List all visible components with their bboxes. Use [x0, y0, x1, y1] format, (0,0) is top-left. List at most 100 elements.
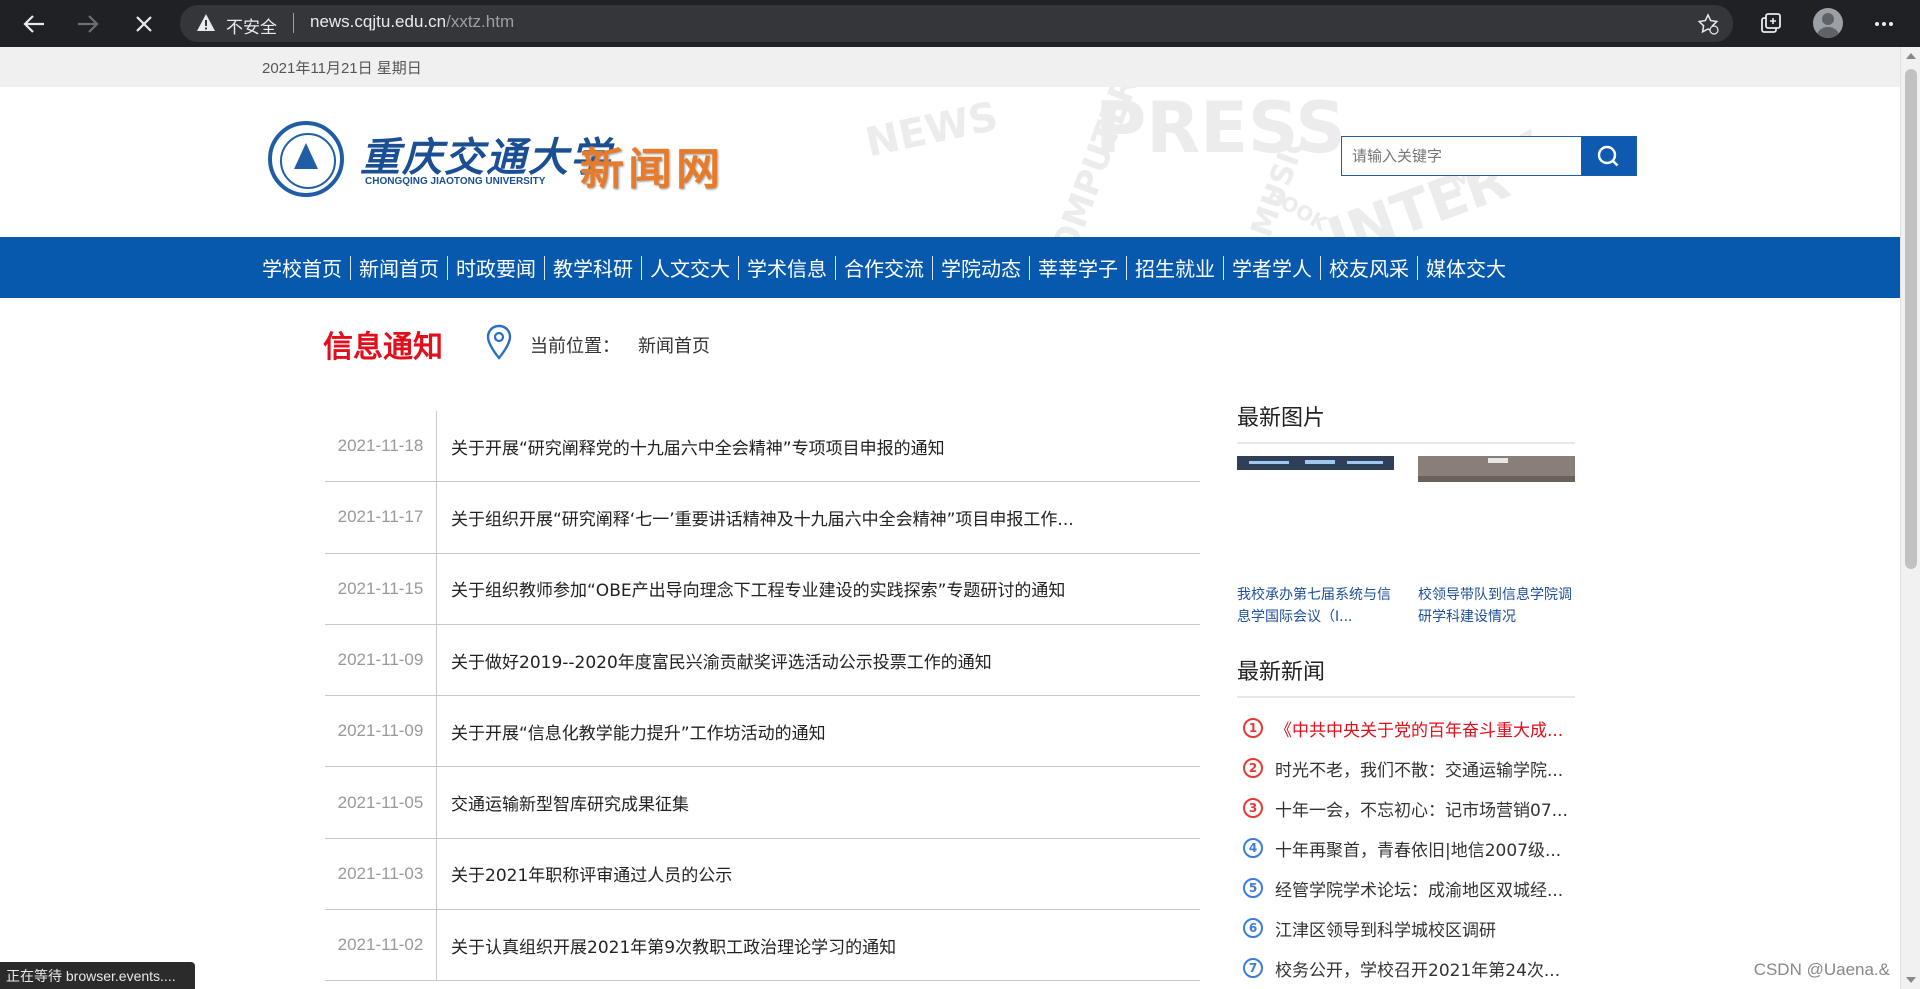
latest-news-link[interactable]: 时光不老，我们不散：交通运输学院...: [1275, 756, 1563, 781]
news-title-link[interactable]: 关于开展“信息化教学能力提升”工作坊活动的通知: [451, 696, 1200, 766]
news-site-logo[interactable]: 新闻网: [580, 133, 724, 197]
address-bar[interactable]: 不安全 news.cqjtu.edu.cn/xxtz.htm: [180, 5, 1733, 42]
latest-pictures-heading: 最新图片: [1237, 400, 1575, 444]
nav-item[interactable]: 学校首页: [262, 253, 350, 282]
latest-news-link[interactable]: 校务公开，学校召开2021年第24次...: [1275, 956, 1560, 981]
news-title-link[interactable]: 关于做好2019--2020年度富民兴渝贡献奖评选活动公示投票工作的通知: [451, 625, 1200, 695]
latest-news-heading: 最新新闻: [1237, 654, 1575, 698]
picture-caption[interactable]: 校领导带队到信息学院调研学科建设情况: [1418, 584, 1575, 628]
nav-divider: [1417, 255, 1418, 280]
back-arrow-icon[interactable]: [18, 8, 50, 40]
favorite-star-icon[interactable]: [1697, 13, 1719, 35]
nav-divider: [932, 255, 933, 280]
nav-item[interactable]: 媒体交大: [1418, 253, 1514, 282]
nav-item[interactable]: 校友风采: [1321, 253, 1417, 282]
browser-status-bar: 正在等待 browser.events....: [0, 962, 195, 989]
news-title-link[interactable]: 关于2021年职称评审通过人员的公示: [451, 839, 1200, 909]
main-navigation: 学校首页 新闻首页 时政要闻 教学科研 人文交大 学术信息 合作交流 学院动态 莘莘学子 招生就业…: [0, 237, 1900, 298]
rank-number-icon: 2: [1243, 758, 1263, 778]
picture-card[interactable]: 我校承办第七届系统与信息学国际会议（I...: [1237, 456, 1394, 628]
news-title-link[interactable]: 关于组织教师参加“OBE产出导向理念下工程专业建设的实践探索”专题研讨的通知: [451, 554, 1200, 624]
nav-item[interactable]: 招生就业: [1127, 253, 1223, 282]
latest-news-item[interactable]: 2 时光不老，我们不散：交通运输学院...: [1237, 748, 1575, 788]
collections-icon[interactable]: [1756, 10, 1784, 38]
nav-item[interactable]: 教学科研: [545, 253, 641, 282]
news-date: 2021-11-17: [325, 482, 437, 553]
nav-divider: [1320, 255, 1321, 280]
warning-icon[interactable]: [196, 13, 216, 33]
rank-number-icon: 6: [1243, 918, 1263, 938]
date-bar: 2021年11月21日 星期日: [0, 47, 1900, 87]
scroll-up-icon[interactable]: [1906, 53, 1916, 59]
news-date: 2021-11-09: [325, 696, 437, 767]
university-seal-logo[interactable]: [268, 121, 344, 197]
nav-divider: [738, 255, 739, 280]
profile-avatar-icon[interactable]: [1813, 8, 1843, 38]
browser-toolbar: 不安全 news.cqjtu.edu.cn/xxtz.htm: [0, 0, 1920, 47]
search-button[interactable]: [1581, 137, 1636, 175]
current-date: 2021年11月21日 星期日: [262, 60, 422, 77]
news-title-link[interactable]: 关于认真组织开展2021年第9次教职工政治理论学习的通知: [451, 910, 1200, 980]
latest-news-link[interactable]: 十年再聚首，青春依旧|地信2007级...: [1275, 836, 1561, 861]
nav-item[interactable]: 新闻首页: [351, 253, 447, 282]
scroll-down-icon[interactable]: [1906, 977, 1916, 983]
latest-news-link[interactable]: 《中共中央关于党的百年奋斗重大成...: [1275, 716, 1563, 741]
nav-item[interactable]: 时政要闻: [448, 253, 544, 282]
news-row[interactable]: 2021-11-09 关于做好2019--2020年度富民兴渝贡献奖评选活动公示投…: [325, 624, 1200, 697]
rank-number-icon: 7: [1243, 958, 1263, 978]
nav-item[interactable]: 学术信息: [739, 253, 835, 282]
picture-card[interactable]: 校领导带队到信息学院调研学科建设情况: [1418, 456, 1575, 628]
nav-items: 学校首页 新闻首页 时政要闻 教学科研 人文交大 学术信息 合作交流 学院动态 莘莘学子 招生就业…: [262, 237, 1514, 298]
nav-item[interactable]: 人文交大: [642, 253, 738, 282]
forward-arrow-icon[interactable]: [72, 8, 104, 40]
news-list: 2021-11-18 关于开展“研究阐释党的十九届六中全会精神”专项项目申报的通知…: [325, 411, 1200, 982]
breadcrumb-label: 当前位置：: [530, 336, 620, 357]
site-header: NEWS COMPUTER PRESS MUSIC INTER BOOK MAG…: [0, 87, 1900, 237]
breadcrumb: 当前位置： 新闻首页: [530, 332, 710, 358]
latest-news-link[interactable]: 十年一会，不忘初心：记市场营销07...: [1275, 796, 1568, 821]
nav-item[interactable]: 学者学人: [1224, 253, 1320, 282]
nav-item[interactable]: 合作交流: [836, 253, 932, 282]
news-row[interactable]: 2021-11-05 交通运输新型智库研究成果征集: [325, 767, 1200, 839]
more-menu-icon[interactable]: [1870, 10, 1898, 38]
latest-news-item[interactable]: 7 校务公开，学校召开2021年第24次...: [1237, 948, 1575, 988]
news-title-link[interactable]: 交通运输新型智库研究成果征集: [451, 767, 1200, 837]
latest-news-link[interactable]: 江津区领导到科学城校区调研: [1275, 916, 1496, 941]
breadcrumb-link[interactable]: 新闻首页: [638, 336, 710, 357]
latest-news-item[interactable]: 6 江津区领导到科学城校区调研: [1237, 908, 1575, 948]
news-date: 2021-11-18: [325, 411, 437, 482]
nav-item[interactable]: 学院动态: [933, 253, 1029, 282]
url-text[interactable]: news.cqjtu.edu.cn/xxtz.htm: [310, 12, 514, 32]
stop-loading-icon[interactable]: [128, 8, 160, 40]
scrollbar-thumb[interactable]: [1905, 69, 1917, 569]
news-row[interactable]: 2021-11-09 关于开展“信息化教学能力提升”工作坊活动的通知: [325, 696, 1200, 768]
news-row[interactable]: 2021-11-15 关于组织教师参加“OBE产出导向理念下工程专业建设的实践探索…: [325, 553, 1200, 625]
news-title-link[interactable]: 关于组织开展“研究阐释‘七一’重要讲话精神及十九届六中全会精神”项目申报工作..…: [451, 482, 1200, 552]
url-host: news.cqjtu.edu.cn: [310, 12, 447, 31]
security-label[interactable]: 不安全: [226, 13, 277, 38]
latest-news-item[interactable]: 1 《中共中央关于党的百年奋斗重大成...: [1237, 708, 1575, 748]
nav-divider: [1223, 255, 1224, 280]
search-input[interactable]: [1342, 137, 1582, 175]
latest-news-item[interactable]: 4 十年再聚首，青春依旧|地信2007级...: [1237, 828, 1575, 868]
news-date: 2021-11-15: [325, 553, 437, 624]
latest-news-item[interactable]: 5 经管学院学术论坛：成渝地区双城经...: [1237, 868, 1575, 908]
news-row[interactable]: 2021-11-03 关于2021年职称评审通过人员的公示: [325, 838, 1200, 911]
news-row[interactable]: 2021-11-02 关于认真组织开展2021年第9次教职工政治理论学习的通知: [325, 910, 1200, 982]
picture-thumbnail[interactable]: [1237, 456, 1394, 580]
location-pin-icon: [486, 324, 512, 360]
latest-news-link[interactable]: 经管学院学术论坛：成渝地区双城经...: [1275, 876, 1563, 901]
nav-item[interactable]: 莘莘学子: [1030, 253, 1126, 282]
university-english-name: CHONGQING JIAOTONG UNIVERSITY: [365, 176, 546, 187]
latest-news-list: 1 《中共中央关于党的百年奋斗重大成... 2 时光不老，我们不散：交通运输学院...…: [1237, 708, 1575, 988]
page-scrollbar[interactable]: [1900, 47, 1920, 989]
news-date: 2021-11-03: [325, 838, 437, 910]
news-date: 2021-11-05: [325, 767, 437, 838]
news-row[interactable]: 2021-11-18 关于开展“研究阐释党的十九届六中全会精神”专项项目申报的通知: [325, 411, 1200, 483]
latest-news-item[interactable]: 3 十年一会，不忘初心：记市场营销07...: [1237, 788, 1575, 828]
news-title-link[interactable]: 关于开展“研究阐释党的十九届六中全会精神”专项项目申报的通知: [451, 411, 1200, 481]
picture-thumbnail[interactable]: [1418, 456, 1575, 580]
news-row[interactable]: 2021-11-17 关于组织开展“研究阐释‘七一’重要讲话精神及十九届六中全会精…: [325, 482, 1200, 554]
picture-caption[interactable]: 我校承办第七届系统与信息学国际会议（I...: [1237, 584, 1394, 628]
university-name-logo[interactable]: 重庆交通大学: [360, 125, 612, 183]
